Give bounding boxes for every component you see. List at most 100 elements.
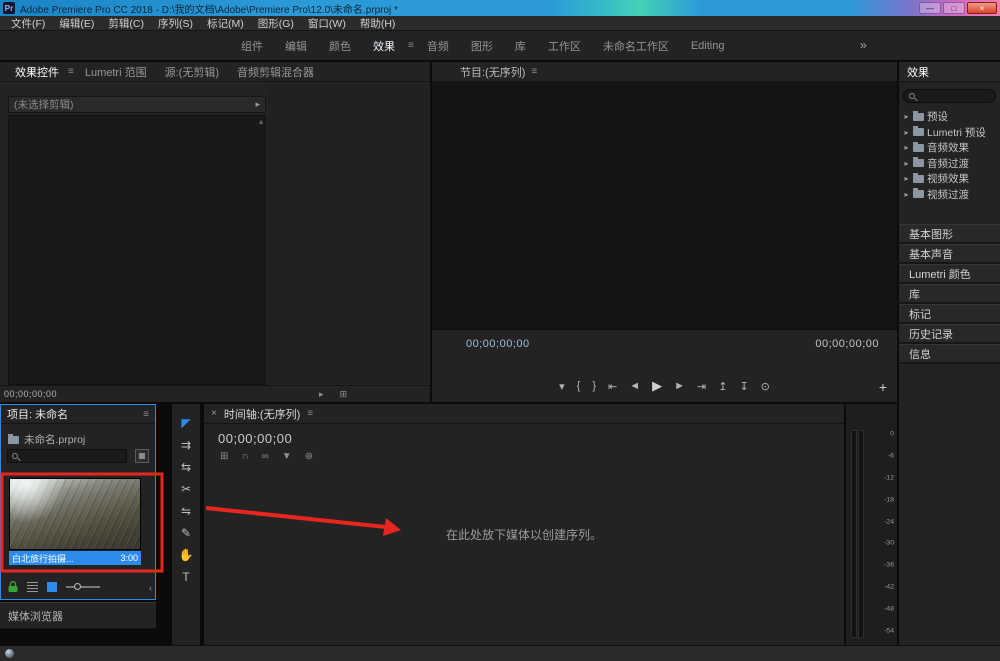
clip-thumbnail[interactable] [9, 478, 141, 550]
workspace-tab-assembly[interactable]: 组件 [230, 36, 274, 56]
status-bar [0, 645, 1000, 661]
go-to-out-button[interactable]: ⇥ [697, 380, 706, 393]
disclosure-icon[interactable]: ▸ [903, 190, 910, 199]
tab-lumetri-color[interactable]: Lumetri 颜色 [899, 264, 1000, 284]
tab-libraries[interactable]: 库 [899, 284, 1000, 304]
thumbnail-zoom-slider[interactable] [66, 583, 100, 590]
play-audio-only-icon[interactable]: ▸ [319, 389, 324, 400]
step-forward-button[interactable]: ► [674, 380, 685, 392]
maximize-button[interactable]: □ [943, 2, 965, 14]
project-writable-lock-icon[interactable] [8, 581, 18, 593]
tab-media-browser[interactable]: 媒体浏览器 [0, 602, 156, 629]
track-select-forward-tool[interactable]: ⇉ [176, 436, 196, 453]
menu-edit[interactable]: 编辑(E) [52, 16, 101, 31]
zoom-slider-knob[interactable] [74, 583, 81, 590]
tree-item-lumetri-presets[interactable]: ▸ Lumetri 预设 [901, 125, 1000, 141]
workspace-tab-graphics[interactable]: 图形 [460, 36, 504, 56]
project-search-input[interactable] [21, 450, 126, 462]
tree-item-video-transitions[interactable]: ▸ 视频过渡 [901, 187, 1000, 203]
icon-view-icon[interactable] [47, 582, 57, 592]
mark-in-button[interactable]: { [577, 380, 581, 392]
menu-file[interactable]: 文件(F) [4, 16, 52, 31]
hand-tool[interactable]: ✋ [176, 546, 196, 563]
close-button[interactable]: × [967, 2, 997, 14]
tree-item-audio-transitions[interactable]: ▸ 音频过渡 [901, 156, 1000, 172]
create-search-bin-icon[interactable] [135, 449, 149, 463]
timeline-settings-icon[interactable]: ⊛ [305, 451, 313, 462]
tab-audio-clip-mixer[interactable]: 音频剪辑混合器 [228, 62, 323, 82]
add-button[interactable]: + [879, 379, 887, 395]
tab-timeline[interactable]: 时间轴:(无序列) [224, 406, 300, 422]
toggle-effects-icon[interactable]: ⊞ [340, 389, 348, 400]
timeline-timecode[interactable]: 00;00;00;00 [218, 431, 292, 446]
disclosure-icon[interactable]: ▸ [903, 159, 910, 168]
disclosure-icon[interactable]: ▸ [903, 174, 910, 183]
menu-sequence[interactable]: 序列(S) [151, 16, 200, 31]
menu-help[interactable]: 帮助(H) [353, 16, 403, 31]
workspace-tab-libraries[interactable]: 库 [504, 36, 537, 56]
tree-item-audio-effects[interactable]: ▸ 音频效果 [901, 140, 1000, 156]
step-back-button[interactable]: ◄ [629, 380, 640, 392]
panel-menu-icon[interactable]: ≡ [68, 66, 74, 77]
lift-button[interactable]: ↥ [718, 380, 727, 393]
pen-tool[interactable]: ✎ [176, 524, 196, 541]
workspace-tab-editing[interactable]: 编辑 [274, 36, 318, 56]
nest-toggle-icon[interactable]: ⊞ [220, 451, 228, 462]
type-tool[interactable]: T [176, 568, 196, 585]
mark-out-button[interactable]: } [592, 380, 596, 392]
workspace-tab-editing-en[interactable]: Editing [680, 38, 736, 54]
tab-lumetri-scopes[interactable]: Lumetri 范围 [76, 62, 156, 82]
workspace-menu-icon[interactable]: ≡ [408, 40, 414, 51]
add-marker-icon[interactable]: ▼ [282, 451, 292, 462]
snap-icon[interactable]: ∩ [241, 451, 248, 462]
ripple-edit-tool[interactable]: ⇆ [176, 458, 196, 475]
scroll-left-icon[interactable]: ‹ [149, 583, 152, 593]
tab-info[interactable]: 信息 [899, 344, 1000, 364]
slip-tool[interactable]: ⇋ [176, 502, 196, 519]
play-button[interactable]: ▶ [652, 378, 662, 394]
clip-name-bar[interactable]: 白北旅行拍摄... 3:00 [9, 551, 141, 565]
close-panel-icon[interactable]: × [211, 408, 217, 419]
export-frame-button[interactable]: ⊙ [761, 380, 770, 393]
tab-project[interactable]: 项目: 未命名 [7, 406, 68, 422]
panel-menu-icon[interactable]: ≡ [307, 408, 313, 419]
program-monitor-title[interactable]: 节目:(无序列) [460, 64, 525, 80]
search-icon [12, 453, 18, 459]
menu-markers[interactable]: 标记(M) [200, 16, 251, 31]
scroll-up-icon[interactable]: ▴ [259, 117, 263, 126]
panel-menu-icon[interactable]: ≡ [531, 66, 537, 77]
workspace-tab-workspaces[interactable]: 工作区 [537, 36, 592, 56]
linked-selection-icon[interactable]: ∞ [262, 451, 269, 462]
tree-item-video-effects[interactable]: ▸ 视频效果 [901, 171, 1000, 187]
workspace-tab-audio[interactable]: 音频 [416, 36, 460, 56]
extract-button[interactable]: ↧ [739, 380, 748, 393]
workspace-overflow-button[interactable]: » [860, 38, 867, 52]
workspace-tab-unnamed-workspace[interactable]: 未命名工作区 [592, 36, 680, 56]
menu-window[interactable]: 窗口(W) [301, 16, 353, 31]
tab-essential-graphics[interactable]: 基本图形 [899, 224, 1000, 244]
add-marker-button[interactable]: ▾ [559, 380, 565, 393]
tab-essential-sound[interactable]: 基本声音 [899, 244, 1000, 264]
workspace-tab-effects[interactable]: 效果 [362, 36, 406, 56]
menu-clip[interactable]: 剪辑(C) [101, 16, 151, 31]
disclosure-icon[interactable]: ▸ [903, 112, 910, 121]
disclosure-icon[interactable]: ▸ [903, 128, 910, 137]
razor-tool[interactable]: ✂ [176, 480, 196, 497]
panel-menu-icon[interactable]: ≡ [143, 409, 149, 420]
selection-tool[interactable]: ◤ [176, 414, 196, 431]
tab-effects[interactable]: 效果 [899, 62, 1000, 82]
tab-history[interactable]: 历史记录 [899, 324, 1000, 344]
tree-item-presets[interactable]: ▸ 预设 [901, 109, 1000, 125]
disclosure-icon[interactable]: ▸ [903, 143, 910, 152]
minimize-button[interactable]: — [919, 2, 941, 14]
tab-effect-controls[interactable]: 效果控件 [6, 62, 68, 82]
tab-source-monitor[interactable]: 源:(无剪辑) [156, 62, 228, 82]
list-view-icon[interactable] [27, 582, 38, 592]
tab-markers[interactable]: 标记 [899, 304, 1000, 324]
workspace-tab-color[interactable]: 颜色 [318, 36, 362, 56]
effects-search-input[interactable] [918, 90, 995, 102]
go-to-in-button[interactable]: ⇤ [608, 380, 617, 393]
clip-selector[interactable]: (未选择剪辑) ▸ [8, 96, 266, 113]
menu-graphics[interactable]: 图形(G) [251, 16, 301, 31]
clip-item[interactable]: 白北旅行拍摄... 3:00 [9, 478, 141, 566]
